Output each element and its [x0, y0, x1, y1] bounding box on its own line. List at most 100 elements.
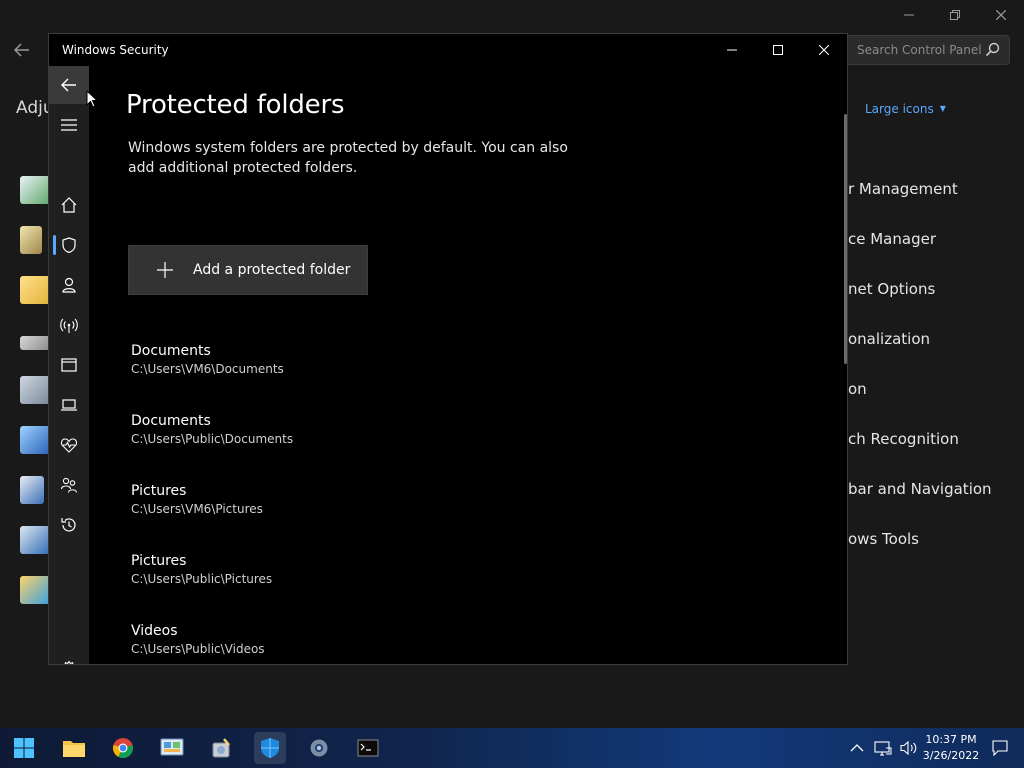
- search-icon[interactable]: [985, 42, 1001, 58]
- control-panel-item[interactable]: ows Tools: [848, 530, 919, 548]
- nav-virus-threat-protection[interactable]: [49, 226, 89, 264]
- notification-icon[interactable]: [992, 740, 1008, 756]
- page-title: Protected folders: [126, 90, 345, 120]
- search-box[interactable]: Search Control Panel: [836, 35, 1010, 65]
- view-by-dropdown[interactable]: Large icons ▼: [865, 102, 946, 116]
- maximize-button[interactable]: [755, 34, 801, 66]
- minimize-button[interactable]: [709, 34, 755, 66]
- add-protected-folder-label: Add a protected folder: [193, 262, 351, 278]
- plus-icon: [156, 261, 174, 279]
- notification-area: [992, 728, 1008, 768]
- control-panel-item[interactable]: r Management: [848, 180, 958, 198]
- computer-management-icon[interactable]: [20, 176, 50, 204]
- keyboard-icon[interactable]: [20, 336, 50, 350]
- control-panel-item[interactable]: ce Manager: [848, 230, 936, 248]
- minimize-icon: [727, 49, 737, 51]
- person-icon: [62, 277, 76, 293]
- protected-folder-item[interactable]: Pictures C:\Users\Public\Pictures: [131, 552, 531, 588]
- taskbar-control-panel[interactable]: [156, 732, 188, 764]
- cleanup-icon: [212, 738, 230, 758]
- window-title: Windows Security: [62, 43, 169, 57]
- nav-protection-history[interactable]: [49, 506, 89, 544]
- nav-account-protection[interactable]: [49, 266, 89, 304]
- nav-firewall-network[interactable]: [49, 306, 89, 344]
- control-panel-item[interactable]: net Options: [848, 280, 935, 298]
- nav-app-browser-control[interactable]: [49, 346, 89, 384]
- heart-pulse-icon: [60, 438, 78, 453]
- protected-folder-item[interactable]: Documents C:\Users\Public\Documents: [131, 412, 531, 448]
- search-placeholder: Search Control Panel: [857, 43, 982, 57]
- taskbar-settings[interactable]: [303, 732, 335, 764]
- chevron-up-icon[interactable]: [850, 743, 864, 753]
- window-controls: [709, 34, 847, 66]
- sync-center-icon[interactable]: [20, 476, 44, 504]
- start-icon: [14, 738, 34, 758]
- restore-icon: [950, 10, 960, 20]
- taskbar-disk-cleanup[interactable]: [205, 732, 237, 764]
- family-icon: [60, 477, 78, 493]
- work-folders-icon[interactable]: [20, 576, 50, 604]
- add-protected-folder-button[interactable]: Add a protected folder: [128, 245, 368, 295]
- close-icon: [819, 45, 829, 55]
- credential-manager-icon[interactable]: [20, 226, 42, 254]
- home-icon: [61, 197, 77, 213]
- folder-path: C:\Users\VM6\Pictures: [131, 502, 263, 516]
- view-by-value: Large icons: [865, 102, 934, 116]
- taskbar-chrome[interactable]: [107, 732, 139, 764]
- taskbar-file-explorer[interactable]: [58, 732, 90, 764]
- back-arrow-icon: [61, 78, 76, 92]
- restore-button[interactable]: [932, 0, 978, 30]
- laptop-icon: [61, 399, 77, 411]
- taskbar: 10:37 PM 3/26/2022: [0, 728, 1024, 768]
- network-icon[interactable]: [874, 740, 892, 756]
- folder-name: Pictures: [131, 483, 187, 499]
- close-button[interactable]: [801, 34, 847, 66]
- remote-app-icon[interactable]: [20, 426, 50, 454]
- clock[interactable]: 10:37 PM 3/26/2022: [916, 732, 986, 764]
- back-arrow-icon: [14, 43, 29, 57]
- folder-name: Pictures: [131, 553, 187, 569]
- control-panel-item[interactable]: bar and Navigation: [848, 480, 992, 498]
- close-button[interactable]: [978, 0, 1024, 30]
- nav-family-options[interactable]: [49, 466, 89, 504]
- back-button[interactable]: [10, 38, 34, 62]
- antenna-icon: [60, 318, 78, 333]
- nav-back-button[interactable]: [49, 66, 89, 104]
- nav-device-performance[interactable]: [49, 426, 89, 464]
- gear-icon: [64, 660, 74, 664]
- folder-options-icon[interactable]: [20, 276, 50, 304]
- close-icon: [996, 10, 1006, 20]
- system-icon[interactable]: [20, 526, 50, 554]
- nav-device-security[interactable]: [49, 386, 89, 424]
- clock-date: 3/26/2022: [922, 749, 980, 762]
- protected-folder-item[interactable]: Pictures C:\Users\VM6\Pictures: [131, 482, 531, 518]
- control-panel-item[interactable]: on: [848, 380, 867, 398]
- folder-name: Documents: [131, 413, 211, 429]
- nav-home[interactable]: [49, 186, 89, 224]
- protected-folder-item[interactable]: Videos C:\Users\Public\Videos: [131, 622, 531, 658]
- folder-name: Documents: [131, 343, 211, 359]
- folder-name: Videos: [131, 623, 178, 639]
- title-bar[interactable]: Windows Security: [49, 34, 847, 66]
- navigation-rail: [49, 66, 89, 664]
- folder-path: C:\Users\Public\Videos: [131, 642, 265, 656]
- nav-menu-button[interactable]: [49, 106, 89, 144]
- control-panel-caption-buttons: [886, 0, 1024, 30]
- taskbar-windows-security[interactable]: [254, 732, 286, 764]
- start-button[interactable]: [8, 732, 40, 764]
- chrome-icon: [113, 738, 133, 759]
- settings-icon: [310, 739, 328, 757]
- control-panel-item[interactable]: onalization: [848, 330, 930, 348]
- phone-modem-icon[interactable]: [20, 376, 50, 404]
- control-panel-item[interactable]: ch Recognition: [848, 430, 959, 448]
- maximize-icon: [773, 45, 783, 55]
- nav-settings[interactable]: [49, 650, 89, 664]
- scrollbar[interactable]: [844, 114, 847, 364]
- protected-folder-item[interactable]: Documents C:\Users\VM6\Documents: [131, 342, 531, 378]
- file-explorer-icon: [63, 741, 85, 757]
- shield-icon: [62, 237, 76, 253]
- taskbar-terminal[interactable]: [352, 732, 384, 764]
- windows-security-icon: [261, 738, 279, 758]
- minimize-icon: [904, 14, 914, 16]
- minimize-button[interactable]: [886, 0, 932, 30]
